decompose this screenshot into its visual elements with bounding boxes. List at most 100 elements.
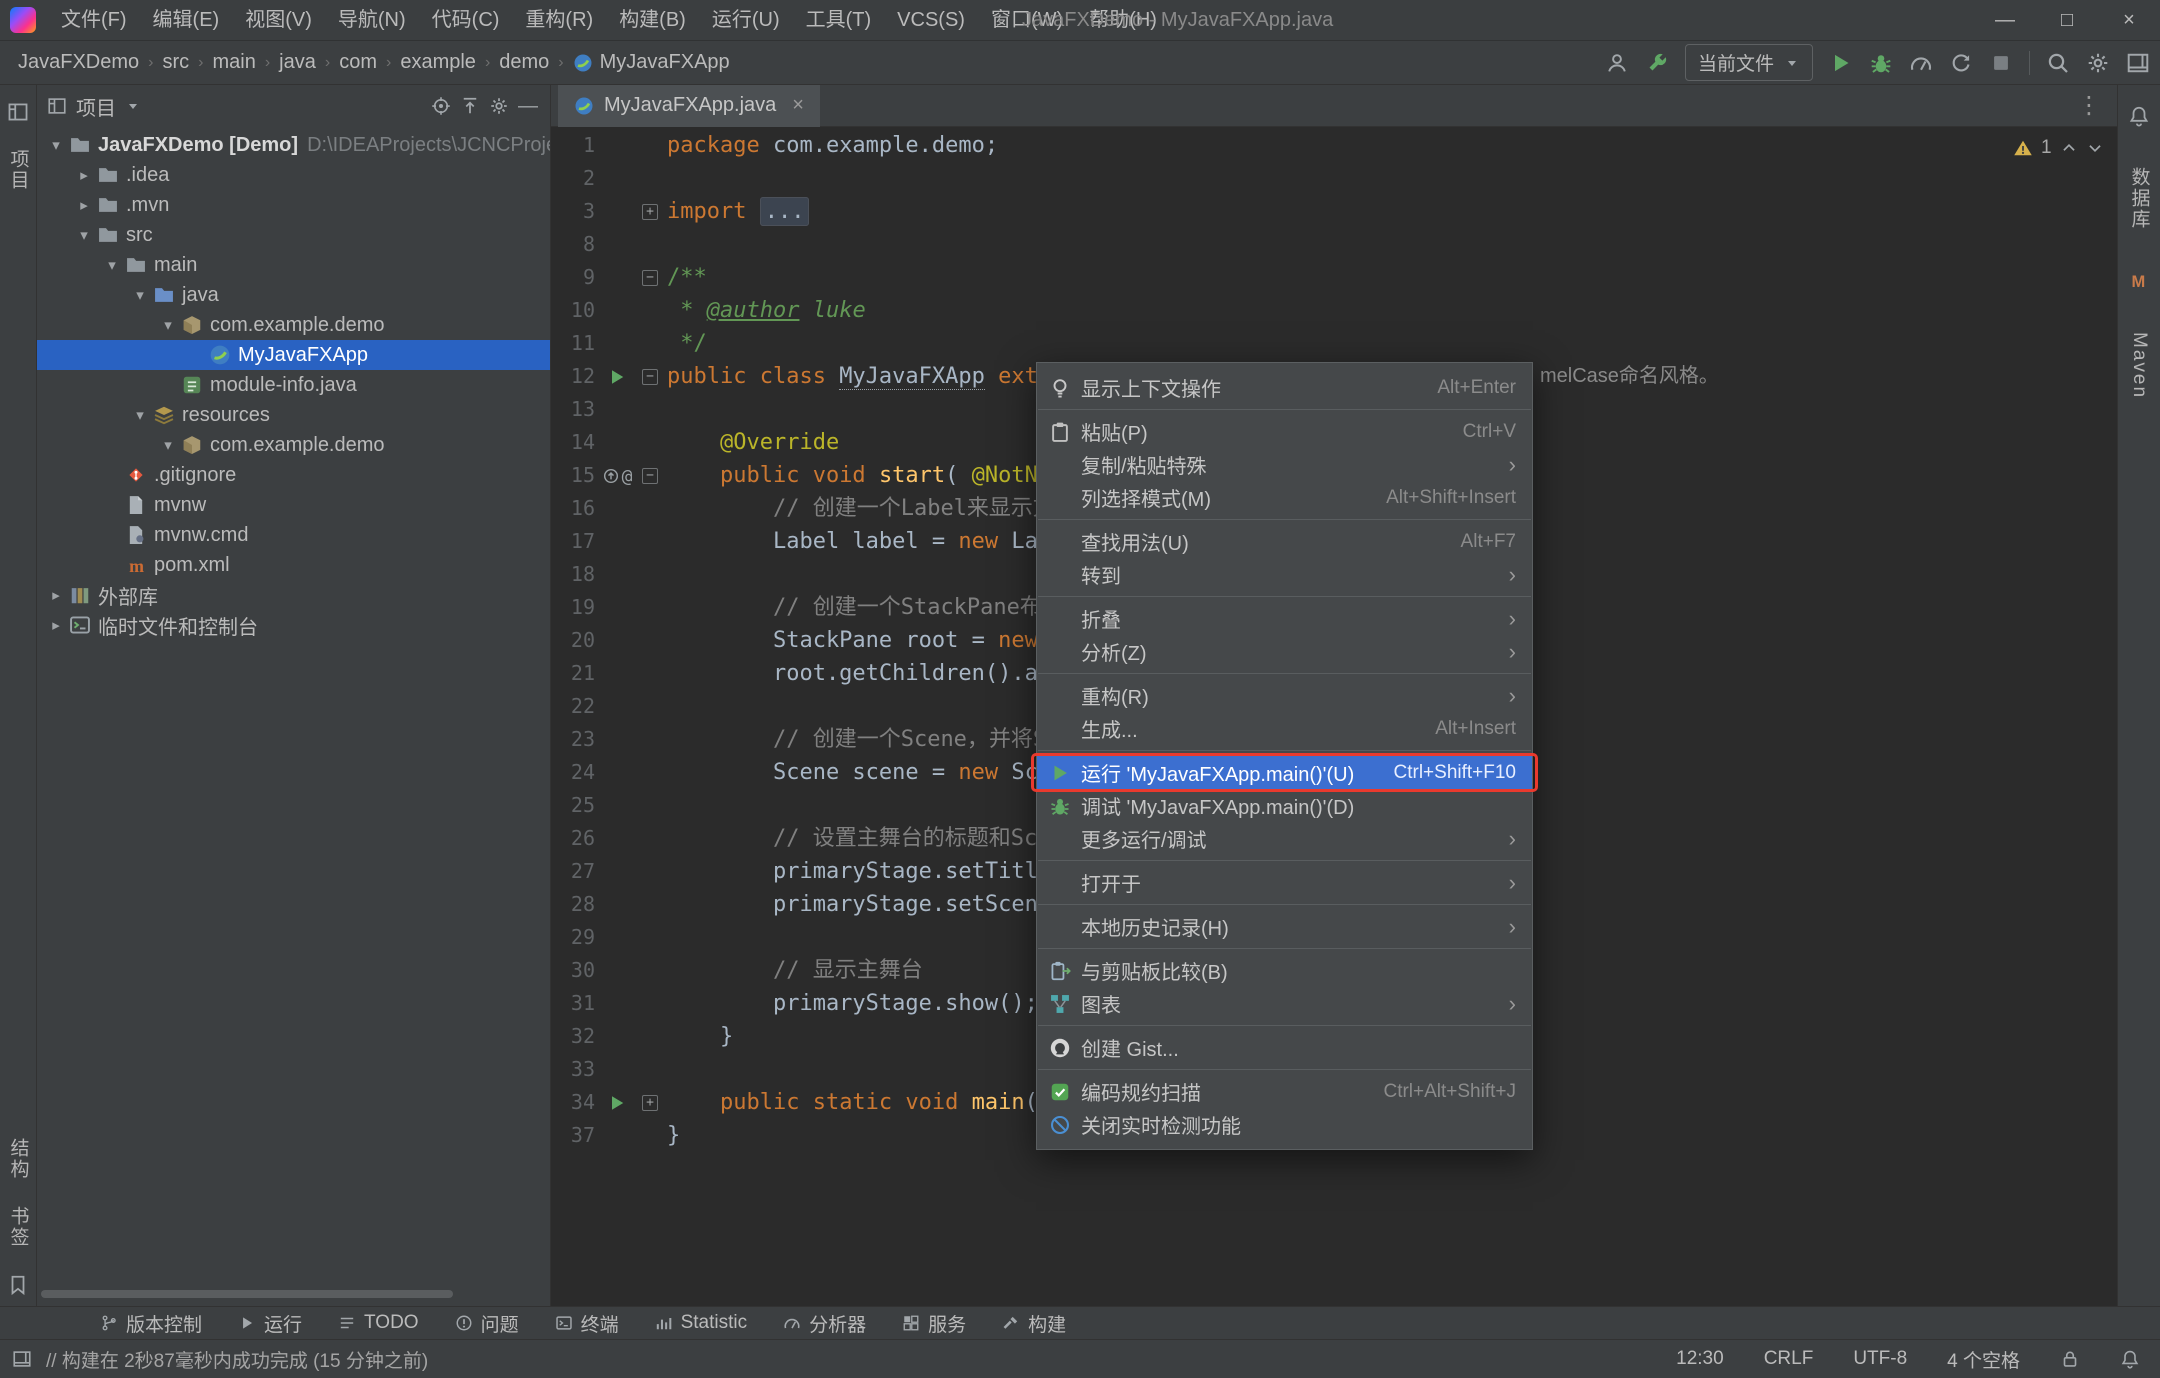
code-line[interactable]: 11 */	[551, 327, 2117, 360]
chevron-right-icon[interactable]: ▸	[71, 166, 97, 184]
menu-item[interactable]: 重构(R)›	[1037, 679, 1532, 712]
menu-item[interactable]: 与剪贴板比较(B)	[1037, 954, 1532, 987]
minimize-button[interactable]: —	[1974, 0, 2036, 41]
menubar-item[interactable]: 构建(B)	[606, 0, 699, 40]
code-line[interactable]: 8	[551, 228, 2117, 261]
breadcrumb-item[interactable]: src	[162, 51, 189, 74]
profiler-button[interactable]	[1909, 51, 1933, 75]
menu-item[interactable]: 调试 'MyJavaFXApp.main()'(D)	[1037, 789, 1532, 822]
tool-window-button[interactable]: TODO	[338, 1312, 419, 1334]
menu-item[interactable]: 打开于›	[1037, 866, 1532, 899]
tree-item[interactable]: ▸.mvn	[37, 190, 550, 220]
tree-item[interactable]: ▸外部库	[37, 580, 550, 610]
menubar-item[interactable]: 文件(F)	[48, 0, 140, 40]
layout-button[interactable]	[2126, 51, 2150, 75]
run-button[interactable]	[1829, 51, 1853, 75]
chevron-right-icon[interactable]: ▸	[71, 196, 97, 214]
prev-problem-icon[interactable]	[2060, 139, 2078, 157]
chevron-down-icon[interactable]: ▾	[127, 286, 153, 304]
debug-button[interactable]	[1869, 51, 1893, 75]
fold-expand-icon[interactable]: +	[642, 204, 658, 220]
tree-item[interactable]: module-info.java	[37, 370, 550, 400]
menu-item[interactable]: 本地历史记录(H)›	[1037, 910, 1532, 943]
hide-panel-icon[interactable]: —	[518, 95, 538, 118]
fold-collapse-icon[interactable]: −	[642, 468, 658, 484]
tree-item[interactable]: ▾resources	[37, 400, 550, 430]
tool-stripe-label[interactable]: 项目	[5, 149, 32, 191]
tool-stripe-label[interactable]: 数据库	[2126, 167, 2153, 230]
notifications-icon[interactable]	[2120, 1349, 2140, 1369]
code-line[interactable]: 2	[551, 162, 2117, 195]
chevron-down-icon[interactable]: ▾	[155, 436, 181, 454]
override-gutter-icon[interactable]	[602, 467, 620, 485]
caret-position[interactable]: 12:30	[1676, 1348, 1724, 1370]
chevron-down-icon[interactable]: ▾	[155, 316, 181, 334]
settings-button[interactable]	[2086, 51, 2110, 75]
menu-item[interactable]: 关闭实时检测功能	[1037, 1108, 1532, 1141]
lock-icon[interactable]	[2060, 1349, 2080, 1369]
code-line[interactable]: 10 * @author luke	[551, 294, 2117, 327]
menubar-item[interactable]: 运行(U)	[699, 0, 793, 40]
menu-item[interactable]: 复制/粘贴特殊›	[1037, 448, 1532, 481]
menu-item[interactable]: 列选择模式(M)Alt+Shift+Insert	[1037, 481, 1532, 514]
menu-item-run[interactable]: 运行 'MyJavaFXApp.main()'(U)Ctrl+Shift+F10	[1037, 756, 1532, 789]
tool-window-button[interactable]: 运行	[238, 1310, 302, 1337]
line-ending[interactable]: CRLF	[1764, 1348, 1814, 1370]
breadcrumb-item[interactable]: example	[400, 51, 476, 74]
tree-item[interactable]: ▾java	[37, 280, 550, 310]
tree-item[interactable]: .gitignore	[37, 460, 550, 490]
chevron-down-icon[interactable]: ▾	[43, 136, 69, 154]
close-button[interactable]: ×	[2098, 0, 2160, 41]
breadcrumb-item[interactable]: demo	[499, 51, 549, 74]
tree-item[interactable]: ▾main	[37, 250, 550, 280]
tool-window-button[interactable]: 服务	[902, 1310, 966, 1337]
breadcrumb-item[interactable]: JavaFXDemo	[18, 51, 139, 74]
run-gutter-icon[interactable]	[607, 1093, 627, 1113]
code-line[interactable]: 1package com.example.demo;	[551, 129, 2117, 162]
next-problem-icon[interactable]	[2086, 139, 2104, 157]
tree-item[interactable]: ▾com.example.demo	[37, 310, 550, 340]
tab-myjavafxapp[interactable]: MyJavaFXApp.java ×	[558, 85, 820, 127]
tool-stripe-label[interactable]: 书签	[5, 1206, 32, 1248]
breadcrumb-item[interactable]: main	[212, 51, 255, 74]
chevron-down-icon[interactable]: ▾	[127, 406, 153, 424]
tool-windows-icon[interactable]	[12, 1349, 32, 1369]
chevron-down-icon[interactable]	[125, 98, 141, 114]
menubar-item[interactable]: 重构(R)	[512, 0, 606, 40]
chevron-down-icon[interactable]: ▾	[99, 256, 125, 274]
menu-item[interactable]: 粘贴(P)Ctrl+V	[1037, 415, 1532, 448]
rerun-button[interactable]	[1949, 51, 1973, 75]
locate-file-icon[interactable]	[431, 96, 451, 116]
menu-item[interactable]: 折叠›	[1037, 602, 1532, 635]
menubar-item[interactable]: 视图(V)	[232, 0, 325, 40]
menu-item[interactable]: 图表›	[1037, 987, 1532, 1020]
close-tab-icon[interactable]: ×	[792, 94, 804, 117]
tree-item[interactable]: ▾src	[37, 220, 550, 250]
chevron-down-icon[interactable]: ▾	[71, 226, 97, 244]
menu-item[interactable]: 显示上下文操作Alt+Enter	[1037, 371, 1532, 404]
panel-settings-icon[interactable]	[489, 96, 509, 116]
tree-item[interactable]: mvnw.cmd	[37, 520, 550, 550]
menubar-item[interactable]: 导航(N)	[325, 0, 419, 40]
fold-collapse-icon[interactable]: −	[642, 369, 658, 385]
run-gutter-icon[interactable]	[607, 367, 627, 387]
tree-item[interactable]: ▾com.example.demo	[37, 430, 550, 460]
menu-item[interactable]: 更多运行/调试›	[1037, 822, 1532, 855]
menubar-item[interactable]: 代码(C)	[419, 0, 513, 40]
run-config-select[interactable]: 当前文件	[1685, 44, 1813, 81]
tree-item[interactable]: ▸临时文件和控制台	[37, 610, 550, 640]
user-icon[interactable]	[1605, 51, 1629, 75]
search-button[interactable]	[2046, 51, 2070, 75]
tree-item[interactable]: ▾JavaFXDemo [Demo]D:\IDEAProjects\JCNCPr…	[37, 130, 550, 160]
breadcrumb-item[interactable]: com	[339, 51, 377, 74]
bell-icon[interactable]	[2128, 105, 2150, 127]
tool-window-button[interactable]: 版本控制	[100, 1310, 202, 1337]
inspection-widget[interactable]: 1	[2013, 137, 2104, 159]
project-icon[interactable]	[7, 101, 29, 123]
indent-setting[interactable]: 4 个空格	[1947, 1346, 2020, 1373]
tool-stripe-label[interactable]: Maven	[2128, 332, 2150, 399]
menubar-item[interactable]: 工具(T)	[793, 0, 885, 40]
tab-options-icon[interactable]: ⋮	[2077, 91, 2117, 120]
chevron-right-icon[interactable]: ▸	[43, 586, 69, 604]
tool-window-button[interactable]: 终端	[555, 1310, 619, 1337]
